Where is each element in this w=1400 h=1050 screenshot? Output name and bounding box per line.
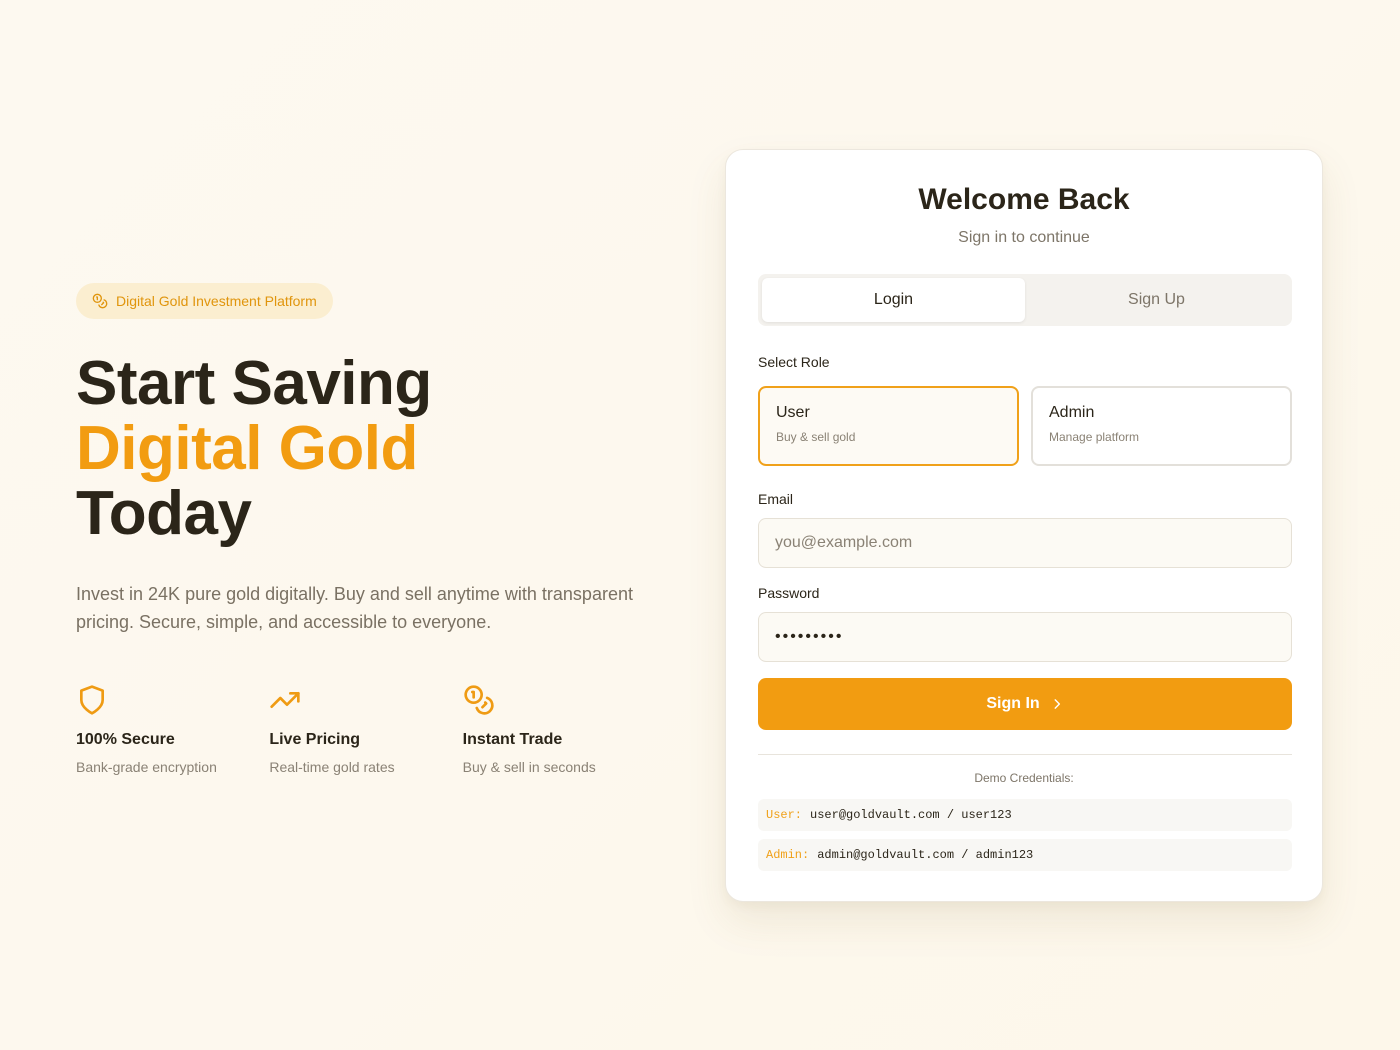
card-subtitle: Sign in to continue: [958, 229, 1090, 246]
credential-key: Admin:: [766, 848, 810, 862]
tab-login[interactable]: Login: [762, 278, 1025, 322]
feature-subtitle: Real-time gold rates: [269, 759, 395, 775]
trending-up-icon: [270, 692, 300, 708]
feature-instant-trade: Instant Trade Buy & sell in seconds: [463, 684, 656, 775]
role-selector: User Buy & sell gold Admin Manage platfo…: [758, 386, 1292, 466]
headline-line-2: Digital Gold: [76, 414, 418, 483]
credential-value: admin@goldvault.com / admin123: [817, 848, 1034, 862]
auth-tabs: Login Sign Up: [758, 274, 1292, 326]
sign-in-label: Sign In: [986, 695, 1040, 712]
hero-section: Digital Gold Investment Platform Start S…: [76, 283, 656, 775]
feature-live-pricing: Live Pricing Real-time gold rates: [269, 684, 462, 775]
feature-subtitle: Buy & sell in seconds: [462, 759, 596, 775]
credential-key: User:: [766, 808, 803, 822]
email-field[interactable]: [758, 518, 1292, 568]
feature-list: 100% Secure Bank-grade encryption Live P…: [76, 684, 656, 775]
role-title: Admin: [1049, 404, 1095, 421]
platform-badge: Digital Gold Investment Platform: [76, 283, 333, 319]
feature-title: 100% Secure: [76, 731, 175, 748]
password-value: •••••••••: [775, 628, 844, 645]
hero-description: Invest in 24K pure gold digitally. Buy a…: [76, 584, 633, 632]
feature-title: Instant Trade: [462, 731, 563, 748]
headline-line-1: Start Saving: [76, 349, 432, 418]
role-label: Select Role: [758, 354, 830, 370]
hero-headline: Start Saving Digital Gold Today: [76, 351, 656, 546]
coins-icon: [92, 293, 108, 309]
sign-in-button[interactable]: Sign In: [758, 678, 1292, 730]
password-label: Password: [758, 585, 820, 601]
role-subtitle: Manage platform: [1049, 430, 1140, 444]
role-option-admin[interactable]: Admin Manage platform: [1031, 386, 1292, 466]
chevron-right-icon: [1054, 699, 1060, 709]
role-title: User: [776, 404, 810, 421]
coins-icon: [463, 685, 494, 715]
feature-subtitle: Bank-grade encryption: [76, 759, 217, 775]
feature-title: Live Pricing: [269, 731, 361, 748]
demo-credential-user: User: user@goldvault.com / user123: [758, 799, 1292, 831]
email-label: Email: [758, 491, 794, 507]
password-field[interactable]: •••••••••: [758, 612, 1292, 662]
headline-line-3: Today: [76, 479, 252, 548]
feature-secure: 100% Secure Bank-grade encryption: [76, 684, 269, 775]
divider: [758, 754, 1292, 755]
auth-card: Welcome Back Sign in to continue Login S…: [725, 149, 1323, 902]
role-subtitle: Buy & sell gold: [776, 430, 856, 444]
card-title: Welcome Back: [918, 183, 1130, 216]
credential-value: user@goldvault.com / user123: [810, 808, 1012, 822]
role-option-user[interactable]: User Buy & sell gold: [758, 386, 1019, 466]
tab-sign-up[interactable]: Sign Up: [1025, 278, 1288, 322]
badge-label: Digital Gold Investment Platform: [116, 293, 317, 309]
shield-icon: [80, 685, 104, 715]
demo-credentials-title: Demo Credentials:: [974, 771, 1074, 785]
demo-credential-admin: Admin: admin@goldvault.com / admin123: [758, 839, 1292, 871]
